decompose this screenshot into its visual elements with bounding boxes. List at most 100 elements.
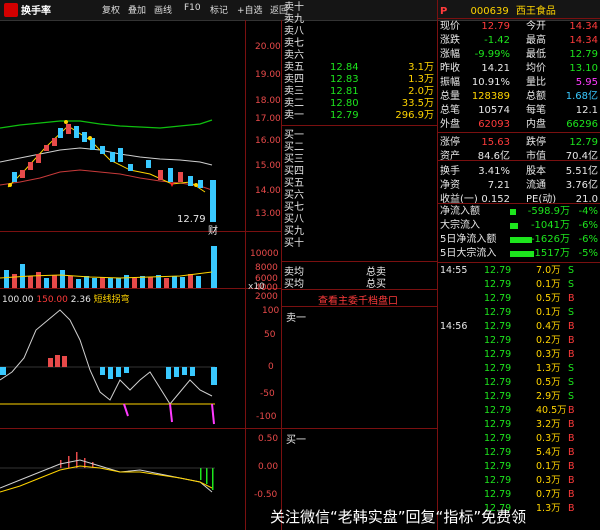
tick-row: 12.79 0.5万 B — [440, 292, 600, 306]
candle — [128, 164, 133, 171]
candle — [20, 170, 25, 178]
quote-value: 66296 — [566, 119, 598, 130]
tick-price: 12.79 — [484, 293, 512, 304]
quote-row: 涨幅 -9.99% 最低 12.79 — [440, 48, 600, 62]
volume-bars — [4, 246, 217, 288]
fund-flow-row: 大宗流入 -1041万 -6% — [440, 219, 600, 233]
tick-row: 14:56 12.79 0.4万 B — [440, 320, 600, 334]
quote-value: 5.51亿 — [565, 166, 598, 177]
tick-side: B — [568, 433, 575, 444]
stock-code: 000639 — [470, 6, 509, 17]
toolbar-biaoji[interactable]: 标记 — [210, 3, 228, 16]
ob-buy-row: 买七 — [284, 202, 304, 213]
quote-value: 1.68亿 — [565, 91, 598, 102]
last-price-tag: 12.79 — [177, 214, 206, 225]
order-depth-link[interactable]: 查看主委千档盘口 — [318, 292, 398, 307]
flow-pct: -4% — [578, 206, 598, 217]
tick-row: 12.79 0.1万 S — [440, 306, 600, 320]
quote-label: 量比 — [526, 77, 546, 88]
candle — [168, 168, 173, 182]
toolbar-f10[interactable]: F10 — [184, 3, 201, 13]
quote-label: 总笔 — [440, 105, 460, 116]
quote-label: 最高 — [526, 35, 546, 46]
ob-buy-row: 买二 — [284, 142, 304, 153]
tick-side: B — [568, 419, 575, 430]
flow-bar — [510, 209, 516, 215]
quote-label: 内盘 — [526, 119, 546, 130]
tick-volume: 0.3万 — [536, 433, 561, 444]
tick-time: 14:56 — [440, 321, 468, 332]
quote-value: 84.6亿 — [477, 151, 510, 162]
stock-flag: P — [440, 6, 448, 17]
candle — [198, 180, 203, 188]
tick-volume: 0.3万 — [536, 475, 561, 486]
quote-divider — [438, 262, 600, 263]
quote-value: 3.76亿 — [565, 180, 598, 191]
quote-value: 15.63 — [481, 137, 510, 148]
tick-volume: 2.9万 — [536, 391, 561, 402]
tick-side: B — [568, 503, 575, 514]
tick-price: 12.79 — [484, 321, 512, 332]
toolbar-fuquan[interactable]: 复权 — [102, 3, 120, 16]
marker-dot — [64, 120, 68, 124]
quote-divider — [438, 160, 600, 161]
tick-side: S — [568, 377, 575, 388]
tick-side: B — [568, 335, 575, 346]
tick-row: 12.79 3.2万 B — [440, 418, 600, 432]
ob-sell-row: 卖十 — [284, 2, 304, 13]
stock-header: P 000639 西王食品 — [440, 2, 600, 18]
tick-row: 12.79 0.3万 B — [440, 348, 600, 362]
watermark-text: 关注微信“老韩实盘”回复“指标”免费领 — [270, 508, 527, 526]
logo-icon — [4, 2, 18, 17]
ob-sell-row: 卖九 — [284, 14, 304, 25]
quote-value: -9.99% — [474, 49, 510, 60]
macd-dif-line — [0, 309, 213, 405]
toolbar-huaxian[interactable]: 画线 — [154, 3, 172, 16]
quote-row: 总量 128389 总额 1.68亿 — [440, 90, 600, 104]
tick-volume: 0.1万 — [536, 461, 561, 472]
ob-divider — [282, 261, 437, 262]
tick-side: S — [568, 279, 575, 290]
candle — [210, 180, 216, 222]
ob-buy-row: 买九 — [284, 226, 304, 237]
quote-label: 跌停 — [526, 137, 546, 148]
tick-volume: 0.3万 — [536, 349, 561, 360]
ob-divider — [282, 289, 437, 290]
queue-buy-label: 买一 — [286, 435, 306, 446]
quote-row: 换手 3.41% 股本 5.51亿 — [440, 165, 600, 179]
ob-sell-row: 卖二 12.80 33.5万 — [284, 98, 434, 109]
candle — [118, 148, 123, 162]
tick-volume: 7.0万 — [536, 265, 561, 276]
toolbar-zixuan[interactable]: +自选 — [237, 3, 263, 16]
flow-value: -1626万 — [530, 234, 570, 245]
quote-row: 昨收 14.21 均价 13.10 — [440, 62, 600, 76]
tick-side: B — [568, 293, 575, 304]
flow-label: 净流入额 — [440, 206, 480, 217]
tick-row: 12.79 0.1万 B — [440, 460, 600, 474]
tick-price: 12.79 — [484, 489, 512, 500]
ob-buy-row: 买一 — [284, 130, 304, 141]
tick-side: S — [568, 307, 575, 318]
ob-buy-row: 买三 — [284, 154, 304, 165]
tick-side: B — [568, 321, 575, 332]
quote-value: 62093 — [478, 119, 510, 130]
kdj-k-line — [0, 459, 213, 493]
upper-band-line — [0, 119, 213, 129]
flow-bar — [510, 223, 518, 229]
quote-value: 5.95 — [575, 77, 598, 88]
fund-flow-row: 5日大宗流入 -1517万 -5% — [440, 247, 600, 261]
ob-divider — [282, 428, 437, 429]
tick-volume: 0.5万 — [536, 377, 561, 388]
ob-sell-row: 卖一 12.79 296.9万 — [284, 110, 434, 121]
kdj-bars — [60, 452, 214, 490]
toolbar-diejia[interactable]: 叠加 — [128, 3, 146, 16]
order-book-sell: 卖十 卖九 卖八 卖七 卖六 卖五 12.84 3.1万 卖四 12.83 1.3万 卖… — [284, 2, 436, 122]
tick-row: 12.79 0.1万 S — [440, 278, 600, 292]
tick-volume: 0.2万 — [536, 335, 561, 346]
candle — [82, 132, 87, 142]
kline-chart[interactable] — [0, 20, 245, 530]
quote-label: 今开 — [526, 21, 546, 32]
quote-value: 14.34 — [569, 21, 598, 32]
candle — [100, 146, 105, 154]
candle — [158, 170, 163, 180]
